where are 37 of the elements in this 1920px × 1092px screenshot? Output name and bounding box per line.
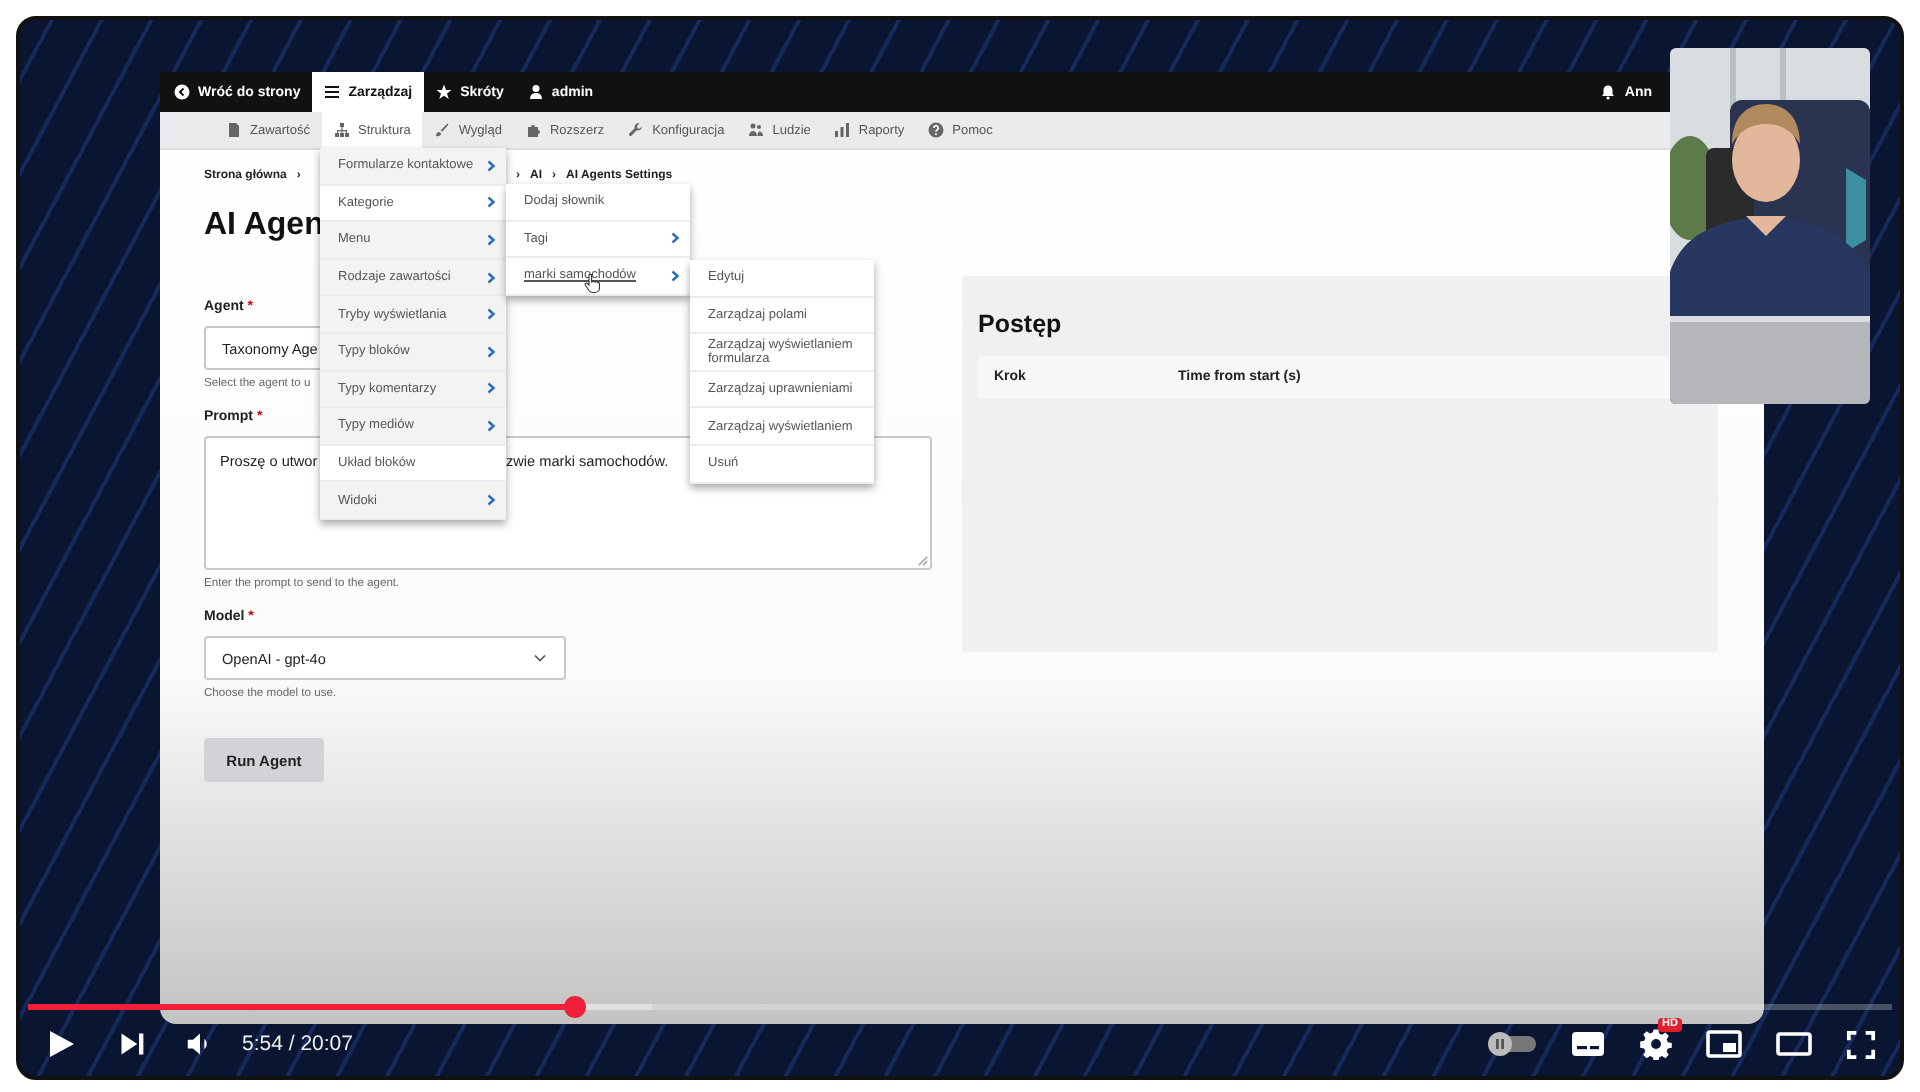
settings-icon[interactable]	[1640, 1028, 1672, 1060]
subtitles-icon[interactable]	[1570, 1030, 1606, 1058]
fullscreen-icon[interactable]	[1846, 1029, 1876, 1059]
people-icon	[748, 122, 765, 138]
autoplay-toggle[interactable]	[1488, 1032, 1536, 1056]
chevron-right-icon	[486, 494, 496, 507]
star-icon	[436, 84, 453, 100]
puzzle-icon	[525, 122, 542, 138]
bar-chart-icon	[834, 122, 851, 138]
user-icon	[527, 84, 544, 100]
bell-icon	[1600, 84, 1617, 100]
play-icon[interactable]	[44, 1028, 76, 1060]
back-icon	[174, 84, 190, 100]
chevron-right-icon	[486, 196, 496, 209]
page-title: AI Agen	[204, 206, 324, 246]
chevron-right-icon	[670, 269, 680, 282]
sitemap-icon	[333, 122, 350, 138]
theater-mode-icon[interactable]	[1776, 1030, 1812, 1058]
chevron-right-icon	[486, 159, 496, 172]
wrench-icon	[628, 122, 645, 138]
chevron-right-icon	[486, 345, 496, 358]
time-display: 5:54 / 20:07	[242, 1032, 353, 1056]
menu-icon	[324, 84, 341, 100]
chevron-right-icon	[486, 382, 496, 395]
help-icon	[928, 122, 945, 138]
document-icon	[226, 122, 242, 138]
chevron-right-icon	[486, 419, 496, 432]
resize-grip-icon[interactable]	[918, 556, 928, 566]
chevron-right-icon	[486, 308, 496, 321]
chevron-right-icon	[670, 232, 680, 245]
miniplayer-icon[interactable]	[1706, 1030, 1742, 1058]
next-icon[interactable]	[118, 1030, 146, 1058]
brush-icon	[434, 122, 451, 138]
chevron-right-icon	[486, 271, 496, 284]
chevron-down-icon	[532, 650, 548, 666]
panel-title: Postęp	[978, 310, 1062, 338]
chevron-right-icon	[486, 233, 496, 246]
